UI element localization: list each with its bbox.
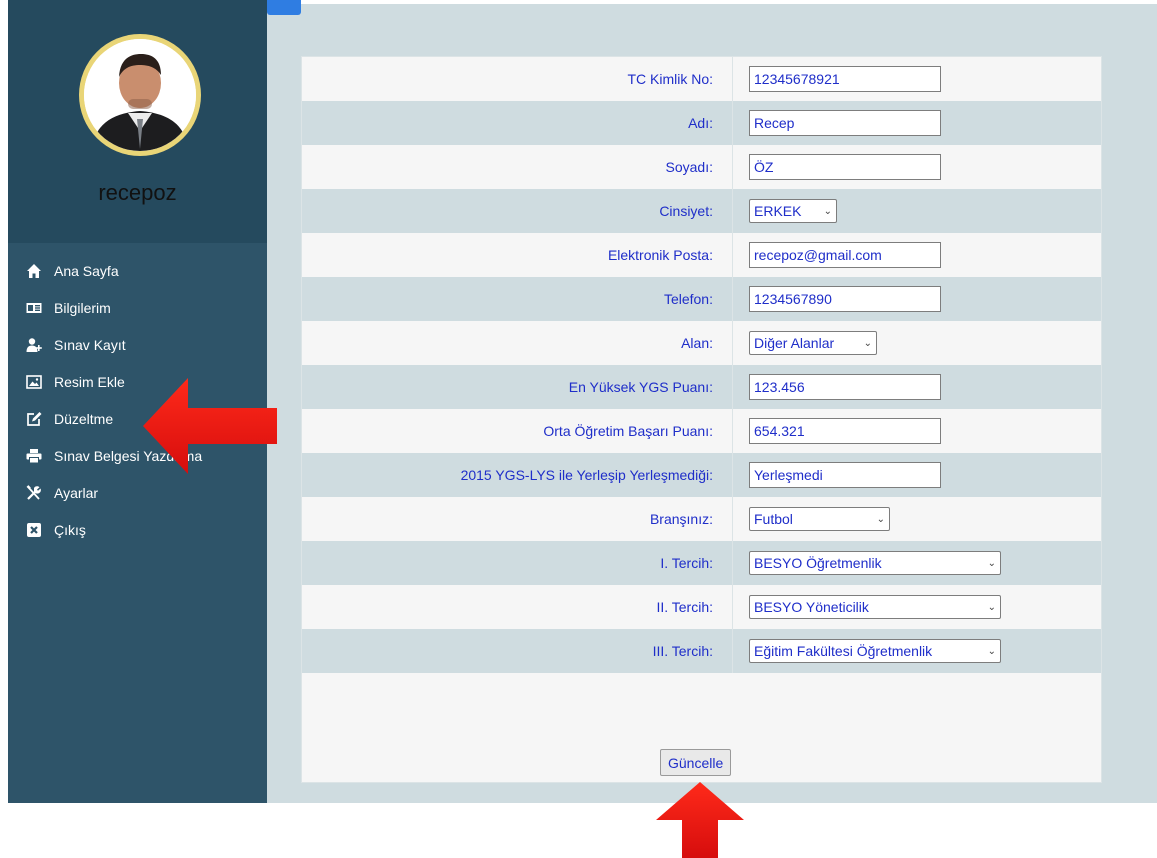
page: recepoz Ana Sayfa Bilgilerim Sınav Kayıt bbox=[0, 0, 1157, 858]
alan-select[interactable]: Diğer Alanlar ⌄ bbox=[749, 331, 877, 355]
field-label: I. Tercih: bbox=[302, 541, 733, 585]
brans-select[interactable]: Futbol ⌄ bbox=[749, 507, 890, 531]
guncelle-button[interactable]: Güncelle bbox=[660, 749, 732, 776]
form-row-telefon: Telefon: 1234567890 bbox=[302, 277, 1101, 321]
field-label: En Yüksek YGS Puanı: bbox=[302, 365, 733, 409]
edit-icon bbox=[25, 410, 43, 428]
chevron-down-icon: ⌄ bbox=[987, 645, 996, 657]
field-label: Cinsiyet: bbox=[302, 189, 733, 233]
field-label: Alan: bbox=[302, 321, 733, 365]
sidebar-item-label: Düzeltme bbox=[54, 410, 114, 427]
chevron-down-icon: ⌄ bbox=[876, 513, 885, 525]
sidebar-item-sinav-kayit[interactable]: Sınav Kayıt bbox=[8, 326, 267, 363]
tc-kimlik-input[interactable]: 12345678921 bbox=[749, 66, 941, 92]
soyadi-input[interactable]: ÖZ bbox=[749, 154, 941, 180]
id-card-icon bbox=[25, 299, 43, 317]
select-value: Diğer Alanlar bbox=[754, 335, 835, 351]
yerlesme-input[interactable]: Yerleşmedi bbox=[749, 462, 941, 488]
form-row-tc: TC Kimlik No: 12345678921 bbox=[302, 57, 1101, 101]
user-plus-icon bbox=[25, 336, 43, 354]
form-row-tercih-3: III. Tercih: Eğitim Fakültesi Öğretmenli… bbox=[302, 629, 1101, 673]
select-value: Eğitim Fakültesi Öğretmenlik bbox=[754, 643, 933, 659]
chevron-down-icon: ⌄ bbox=[823, 205, 832, 217]
edit-form: TC Kimlik No: 12345678921 Adı: Recep Soy… bbox=[301, 56, 1102, 783]
chevron-down-icon: ⌄ bbox=[987, 557, 996, 569]
sidebar-item-label: Ana Sayfa bbox=[54, 262, 119, 279]
avatar-photo bbox=[84, 39, 196, 151]
field-label: 2015 YGS-LYS ile Yerleşip Yerleşmediği: bbox=[302, 453, 733, 497]
form-row-brans: Branşınız: Futbol ⌄ bbox=[302, 497, 1101, 541]
obp-input[interactable]: 654.321 bbox=[749, 418, 941, 444]
avatar bbox=[84, 39, 196, 151]
field-label: Orta Öğretim Başarı Puanı: bbox=[302, 409, 733, 453]
sidebar-item-label: Sınav Kayıt bbox=[54, 336, 126, 353]
cinsiyet-select[interactable]: ERKEK ⌄ bbox=[749, 199, 837, 223]
form-row-tercih-1: I. Tercih: BESYO Öğretmenlik ⌄ bbox=[302, 541, 1101, 585]
telefon-input[interactable]: 1234567890 bbox=[749, 286, 941, 312]
field-label: Soyadı: bbox=[302, 145, 733, 189]
field-label: Elektronik Posta: bbox=[302, 233, 733, 277]
chevron-down-icon: ⌄ bbox=[863, 337, 872, 349]
tercih-2-select[interactable]: BESYO Yöneticilik ⌄ bbox=[749, 595, 1001, 619]
tools-icon bbox=[25, 484, 43, 502]
sidebar-item-ayarlar[interactable]: Ayarlar bbox=[8, 474, 267, 511]
field-label: Branşınız: bbox=[302, 497, 733, 541]
tercih-1-select[interactable]: BESYO Öğretmenlik ⌄ bbox=[749, 551, 1001, 575]
email-input[interactable]: recepoz@gmail.com bbox=[749, 242, 941, 268]
top-tab-marker bbox=[267, 0, 301, 15]
form-row-soyadi: Soyadı: ÖZ bbox=[302, 145, 1101, 189]
home-icon bbox=[25, 262, 43, 280]
ygs-puani-input[interactable]: 123.456 bbox=[749, 374, 941, 400]
chevron-down-icon: ⌄ bbox=[987, 601, 996, 613]
form-row-ygs: En Yüksek YGS Puanı: 123.456 bbox=[302, 365, 1101, 409]
select-value: BESYO Öğretmenlik bbox=[754, 555, 882, 571]
field-label: TC Kimlik No: bbox=[302, 57, 733, 101]
form-row-cinsiyet: Cinsiyet: ERKEK ⌄ bbox=[302, 189, 1101, 233]
sidebar-item-label: Ayarlar bbox=[54, 484, 99, 501]
tercih-3-select[interactable]: Eğitim Fakültesi Öğretmenlik ⌄ bbox=[749, 639, 1001, 663]
form-row-yerlesme: 2015 YGS-LYS ile Yerleşip Yerleşmediği: … bbox=[302, 453, 1101, 497]
field-label: II. Tercih: bbox=[302, 585, 733, 629]
field-label: Telefon: bbox=[302, 277, 733, 321]
sidebar-item-label: Bilgilerim bbox=[54, 299, 111, 316]
profile-panel: recepoz bbox=[8, 0, 267, 243]
sidebar-item-label: Resim Ekle bbox=[54, 373, 125, 390]
sidebar-item-label: Çıkış bbox=[54, 521, 86, 538]
avatar-ring bbox=[79, 34, 201, 156]
username: recepoz bbox=[98, 180, 177, 205]
print-icon bbox=[25, 447, 43, 465]
adi-input[interactable]: Recep bbox=[749, 110, 941, 136]
form-row-tercih-2: II. Tercih: BESYO Yöneticilik ⌄ bbox=[302, 585, 1101, 629]
sidebar-item-bilgilerim[interactable]: Bilgilerim bbox=[8, 289, 267, 326]
sidebar-item-ana-sayfa[interactable]: Ana Sayfa bbox=[8, 252, 267, 289]
select-value: Futbol bbox=[754, 511, 793, 527]
image-icon bbox=[25, 373, 43, 391]
select-value: BESYO Yöneticilik bbox=[754, 599, 869, 615]
sidebar-item-cikis[interactable]: Çıkış bbox=[8, 511, 267, 548]
form-row-eposta: Elektronik Posta: recepoz@gmail.com bbox=[302, 233, 1101, 277]
close-box-icon bbox=[25, 521, 43, 539]
red-arrow-up-icon bbox=[656, 782, 744, 858]
field-label: III. Tercih: bbox=[302, 629, 733, 673]
select-value: ERKEK bbox=[754, 203, 802, 219]
form-row-alan: Alan: Diğer Alanlar ⌄ bbox=[302, 321, 1101, 365]
form-row-obp: Orta Öğretim Başarı Puanı: 654.321 bbox=[302, 409, 1101, 453]
field-label: Adı: bbox=[302, 101, 733, 145]
red-arrow-left-icon bbox=[143, 378, 277, 474]
form-row-adi: Adı: Recep bbox=[302, 101, 1101, 145]
